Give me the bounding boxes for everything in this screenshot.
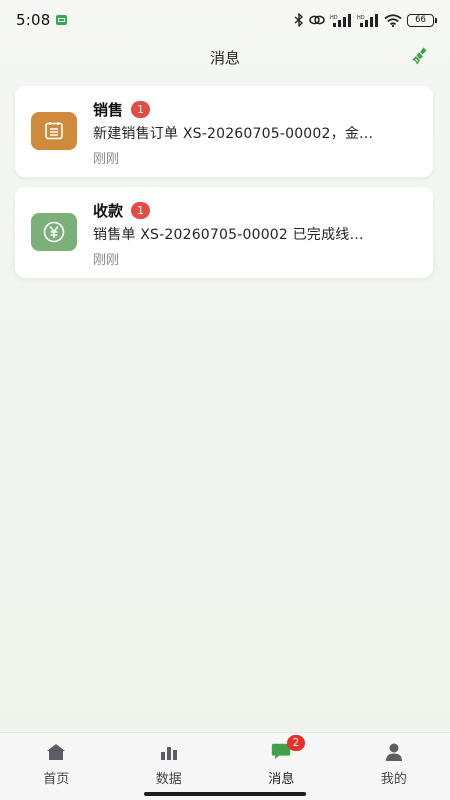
link-icon: [309, 14, 325, 26]
tab-messages[interactable]: 2 消息: [225, 733, 338, 800]
message-summary: 新建销售订单 XS-20260705-00002，金…: [93, 126, 374, 142]
tab-mine[interactable]: 我的: [338, 733, 450, 800]
wifi-icon: [384, 13, 402, 27]
tab-home[interactable]: 首页: [0, 733, 113, 800]
tab-label: 消息: [268, 772, 295, 787]
unread-badge: 1: [131, 101, 151, 118]
tab-unread-badge: 2: [287, 735, 305, 751]
user-icon: [383, 741, 405, 763]
page-title: 消息: [209, 48, 240, 67]
battery-icon: 66: [407, 13, 437, 27]
message-title: 收款: [93, 202, 124, 220]
sales-document-icon: [31, 112, 77, 150]
nav-bar: 消息: [0, 40, 450, 74]
bluetooth-icon: [294, 13, 304, 27]
svg-text:HD: HD: [357, 15, 365, 21]
message-time: 刚刚: [93, 152, 120, 167]
tab-data[interactable]: 数据: [113, 733, 226, 800]
message-list: 销售 1 新建销售订单 XS-20260705-00002，金… 刚刚 收款 1…: [15, 86, 433, 288]
message-summary: 销售单 XS-20260705-00002 已完成线…: [93, 227, 364, 243]
signal-hd-icon-2: HD: [357, 13, 379, 27]
tab-label: 数据: [155, 772, 182, 787]
payment-yen-icon: [31, 213, 77, 251]
bottom-tab-bar: 首页 数据 2 消息 我的: [0, 732, 450, 800]
home-icon: [45, 741, 67, 763]
bar-chart-icon: [158, 741, 180, 763]
signal-hd-icon: HD: [330, 13, 352, 27]
status-time: 5:08: [16, 11, 51, 29]
status-bar: 5:08 HD HD 66: [0, 0, 450, 40]
home-indicator[interactable]: [144, 792, 306, 796]
message-card-sales[interactable]: 销售 1 新建销售订单 XS-20260705-00002，金… 刚刚: [15, 86, 433, 177]
message-card-payment[interactable]: 收款 1 销售单 XS-20260705-00002 已完成线… 刚刚: [15, 187, 433, 278]
unread-badge: 1: [131, 202, 151, 219]
svg-text:HD: HD: [330, 15, 338, 21]
tab-label: 我的: [380, 772, 407, 787]
tab-label: 首页: [43, 772, 70, 787]
notification-icon: [56, 15, 68, 25]
message-time: 刚刚: [93, 253, 120, 268]
clear-all-broom-icon[interactable]: [410, 45, 432, 67]
message-title: 销售: [93, 101, 124, 119]
